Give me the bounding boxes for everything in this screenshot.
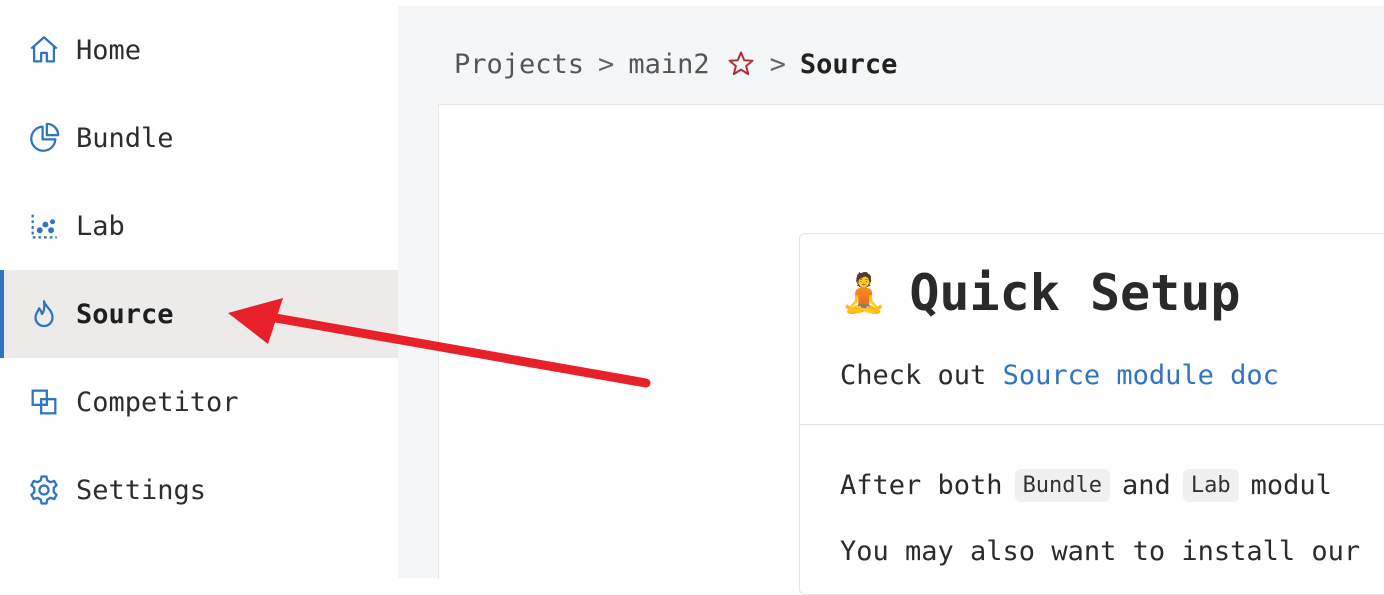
home-icon [26,32,62,68]
breadcrumb-separator: > [598,48,615,80]
meditation-emoji-icon: 🧘 [840,270,888,315]
breadcrumb-projects[interactable]: Projects [454,49,584,80]
code-chip-lab: Lab [1182,468,1239,502]
sidebar-item-bundle[interactable]: Bundle [0,94,398,182]
overlap-squares-icon [26,384,62,420]
sidebar-item-competitor[interactable]: Competitor [0,358,398,446]
breadcrumb-current: Source [799,48,898,80]
pie-chart-icon [26,120,62,156]
sidebar-item-settings[interactable]: Settings [0,446,398,534]
card-title: 🧘 Quick Setup [840,264,1240,322]
sidebar-item-label: Competitor [76,386,239,418]
body-line-2: You may also want to install our [840,535,1361,567]
breadcrumb: Projects > main2 > Source [454,46,897,82]
sidebar-item-source[interactable]: Source [0,270,398,358]
flame-icon [26,296,62,332]
breadcrumb-separator: > [769,48,786,80]
sidebar-item-label: Source [76,298,174,330]
sidebar-item-label: Lab [76,210,125,242]
body-text: and [1122,469,1171,501]
star-icon[interactable] [726,47,760,81]
main-area: Projects > main2 > Source 🧘 Quick Setup … [398,6,1384,595]
sidebar-item-lab[interactable]: Lab [0,182,398,270]
quick-setup-card: 🧘 Quick Setup Check out Source module do… [799,233,1384,595]
code-chip-bundle: Bundle [1014,468,1111,502]
card-header: 🧘 Quick Setup Check out Source module do… [800,234,1384,425]
card-intro: Check out Source module doc [840,360,1279,391]
sidebar-item-label: Home [76,34,142,66]
intro-text: Check out [840,360,1003,391]
body-line-1: After both Bundle and Lab modul [840,452,1360,518]
breadcrumb-project[interactable]: main2 [628,49,709,80]
gear-icon [26,472,62,508]
source-module-doc-link[interactable]: Source module doc [1003,360,1279,391]
scatter-chart-icon [26,208,62,244]
card-title-text: Quick Setup [909,264,1241,322]
content-panel: 🧘 Quick Setup Check out Source module do… [438,104,1384,595]
body-text: After both [840,469,1003,501]
sidebar-item-label: Settings [76,474,207,506]
sidebar: Home Bundle Lab Source Competitor Settin… [0,0,398,578]
card-body: After both Bundle and Lab modul You may … [840,452,1360,584]
sidebar-item-label: Bundle [76,122,174,154]
body-text: modul [1250,469,1332,501]
sidebar-item-home[interactable]: Home [0,6,398,94]
